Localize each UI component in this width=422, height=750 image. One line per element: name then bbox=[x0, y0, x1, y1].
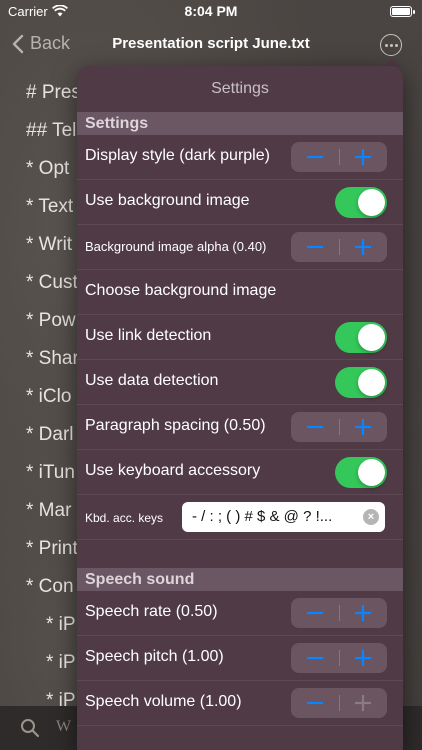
data-detection-toggle[interactable] bbox=[335, 367, 387, 398]
row-data-detection: Use data detection bbox=[77, 360, 403, 405]
choose-bg-label: Choose background image bbox=[85, 282, 277, 299]
keyboard-accessory-label: Use keyboard accessory bbox=[85, 462, 261, 479]
row-keyboard-accessory: Use keyboard accessory bbox=[77, 450, 403, 495]
minus-icon bbox=[307, 656, 323, 660]
minus-icon bbox=[307, 611, 323, 615]
decrement-button[interactable] bbox=[291, 412, 339, 442]
paragraph-spacing-label: Paragraph spacing (0.50) bbox=[85, 417, 266, 434]
doc-line: * Mar bbox=[26, 500, 72, 521]
speech-rate-label: Speech rate (0.50) bbox=[85, 603, 218, 620]
speech-pitch-stepper bbox=[291, 643, 387, 673]
kbd-keys-label: Kbd. acc. keys bbox=[85, 511, 164, 525]
doc-line: * Writ bbox=[26, 234, 73, 255]
minus-icon bbox=[307, 245, 323, 249]
row-link-detection: Use link detection bbox=[77, 315, 403, 360]
minus-icon bbox=[307, 425, 323, 429]
link-detection-toggle[interactable] bbox=[335, 322, 387, 353]
document-title: Presentation script June.txt bbox=[112, 35, 310, 52]
decrement-button[interactable] bbox=[291, 142, 339, 172]
keyboard-accessory-toggle[interactable] bbox=[335, 457, 387, 488]
increment-button[interactable] bbox=[339, 412, 387, 442]
search-icon[interactable] bbox=[20, 718, 40, 738]
doc-line: * Cust bbox=[26, 272, 78, 293]
popover-title: Settings bbox=[211, 80, 269, 97]
doc-line: * iP bbox=[46, 614, 76, 635]
doc-line: * Darl bbox=[26, 424, 74, 445]
speech-volume-label: Speech volume (1.00) bbox=[85, 693, 242, 710]
plus-icon bbox=[355, 419, 371, 435]
minus-icon bbox=[307, 701, 323, 705]
doc-line: ## Tel bbox=[26, 120, 77, 141]
clear-icon[interactable]: × bbox=[363, 509, 379, 525]
bg-alpha-label: Background image alpha (0.40) bbox=[85, 239, 267, 254]
row-choose-bg-image[interactable]: Choose background image bbox=[77, 270, 403, 315]
increment-button[interactable] bbox=[339, 643, 387, 673]
doc-line: * Shar bbox=[26, 348, 79, 369]
speech-rate-stepper bbox=[291, 598, 387, 628]
decrement-button[interactable] bbox=[291, 232, 339, 262]
speech-volume-stepper bbox=[291, 688, 387, 718]
doc-line: # Pres bbox=[26, 82, 81, 103]
bg-alpha-stepper bbox=[291, 232, 387, 262]
paragraph-spacing-stepper bbox=[291, 412, 387, 442]
increment-button-disabled[interactable] bbox=[339, 688, 387, 718]
increment-button[interactable] bbox=[339, 598, 387, 628]
row-paragraph-spacing: Paragraph spacing (0.50) bbox=[77, 405, 403, 450]
row-speech-pitch: Speech pitch (1.00) bbox=[77, 636, 403, 681]
doc-line: * Text bbox=[26, 196, 74, 217]
plus-icon bbox=[355, 650, 371, 666]
doc-line: * iTun bbox=[26, 462, 75, 483]
use-bg-image-toggle[interactable] bbox=[335, 187, 387, 218]
display-style-stepper bbox=[291, 142, 387, 172]
row-use-background-image: Use background image bbox=[77, 180, 403, 225]
doc-line: * iP bbox=[46, 652, 76, 673]
plus-icon bbox=[355, 695, 371, 711]
increment-button[interactable] bbox=[339, 142, 387, 172]
doc-line: * Opt bbox=[26, 158, 70, 179]
doc-line: * Pow bbox=[26, 310, 76, 331]
section-header-settings: Settings bbox=[77, 112, 403, 135]
plus-icon bbox=[355, 149, 371, 165]
decrement-button[interactable] bbox=[291, 643, 339, 673]
doc-line: * Con bbox=[26, 576, 74, 597]
status-bar: Carrier 8:04 PM bbox=[0, 0, 422, 24]
increment-button[interactable] bbox=[339, 232, 387, 262]
battery-icon bbox=[390, 6, 415, 17]
row-partial bbox=[77, 726, 403, 750]
section-header-speech: Speech sound bbox=[77, 568, 403, 591]
row-speech-rate: Speech rate (0.50) bbox=[77, 591, 403, 636]
decrement-button[interactable] bbox=[291, 598, 339, 628]
navigation-bar: Back Presentation script June.txt bbox=[0, 24, 422, 66]
more-options-button[interactable] bbox=[380, 34, 402, 56]
search-text: W bbox=[56, 718, 72, 735]
decrement-button[interactable] bbox=[291, 688, 339, 718]
kbd-keys-value: - / : ; ( ) # $ & @ ? !... bbox=[192, 508, 333, 525]
speech-pitch-label: Speech pitch (1.00) bbox=[85, 648, 224, 665]
display-style-label: Display style (dark purple) bbox=[85, 147, 270, 164]
row-speech-volume: Speech volume (1.00) bbox=[77, 681, 403, 726]
plus-icon bbox=[355, 239, 371, 255]
use-bg-image-label: Use background image bbox=[85, 192, 250, 209]
data-detection-label: Use data detection bbox=[85, 372, 219, 389]
doc-line: * Print bbox=[26, 538, 78, 559]
plus-icon bbox=[355, 605, 371, 621]
row-bg-alpha: Background image alpha (0.40) bbox=[77, 225, 403, 270]
kbd-keys-field[interactable]: - / : ; ( ) # $ & @ ? !... × bbox=[182, 502, 385, 532]
doc-line: * iClo bbox=[26, 386, 72, 407]
clock: 8:04 PM bbox=[184, 3, 238, 19]
settings-popover: Settings Settings Display style (dark pu… bbox=[77, 66, 403, 750]
link-detection-label: Use link detection bbox=[85, 327, 212, 344]
row-kbd-keys: Kbd. acc. keys - / : ; ( ) # $ & @ ? !..… bbox=[77, 495, 403, 540]
row-display-style: Display style (dark purple) bbox=[77, 135, 403, 180]
minus-icon bbox=[307, 155, 323, 159]
